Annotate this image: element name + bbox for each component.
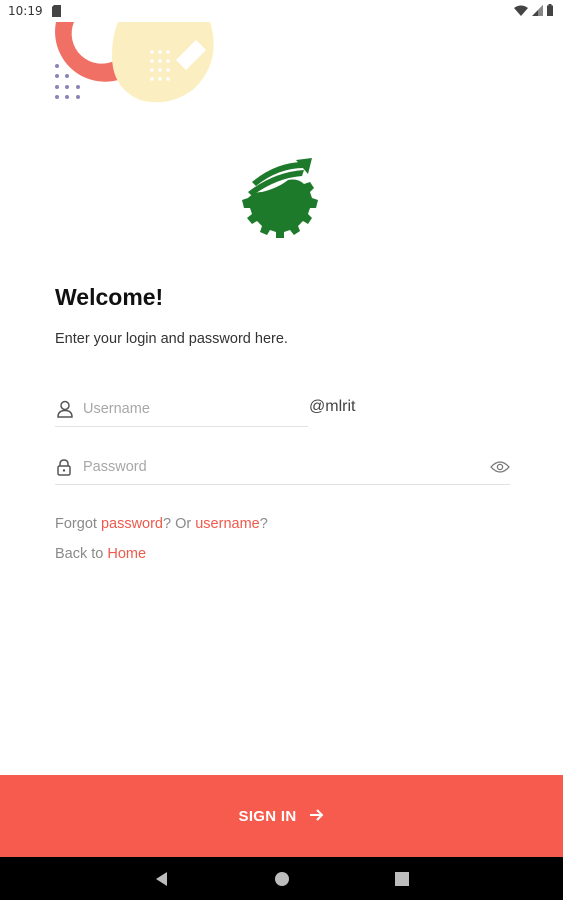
status-icons xyxy=(514,4,553,19)
forgot-prefix: Forgot xyxy=(55,516,101,532)
wifi-icon xyxy=(514,5,528,19)
home-icon[interactable] xyxy=(272,869,292,889)
home-link[interactable]: Home xyxy=(107,546,146,562)
forgot-password-link[interactable]: password xyxy=(101,516,163,532)
username-field-container xyxy=(55,392,308,427)
username-domain-suffix: @mlrit xyxy=(309,398,356,415)
page-subtitle: Enter your login and password here. xyxy=(55,331,288,347)
or-text: ? Or xyxy=(163,516,196,532)
user-icon xyxy=(57,400,75,418)
arrow-right-icon xyxy=(310,808,324,825)
app-logo xyxy=(242,158,318,238)
lock-icon xyxy=(57,458,75,476)
sign-in-button[interactable]: SIGN IN xyxy=(0,775,563,857)
eye-icon[interactable] xyxy=(490,460,510,474)
system-nav-bar xyxy=(0,857,563,900)
back-icon[interactable] xyxy=(152,869,172,889)
question-mark: ? xyxy=(259,516,268,532)
signal-icon xyxy=(532,4,543,19)
back-home-line: Back to Home xyxy=(55,546,146,562)
sign-in-label: SIGN IN xyxy=(238,807,297,825)
decorative-shapes xyxy=(55,22,214,103)
battery-icon xyxy=(547,4,553,19)
forgot-username-link[interactable]: username xyxy=(195,516,259,532)
password-field-container xyxy=(55,450,510,485)
password-input[interactable] xyxy=(83,459,490,475)
back-prefix: Back to xyxy=(55,546,108,562)
page-title: Welcome! xyxy=(55,284,164,310)
username-input[interactable] xyxy=(83,401,308,417)
forgot-credentials-line: Forgot password? Or username? xyxy=(55,516,268,532)
recents-icon[interactable] xyxy=(392,869,412,889)
